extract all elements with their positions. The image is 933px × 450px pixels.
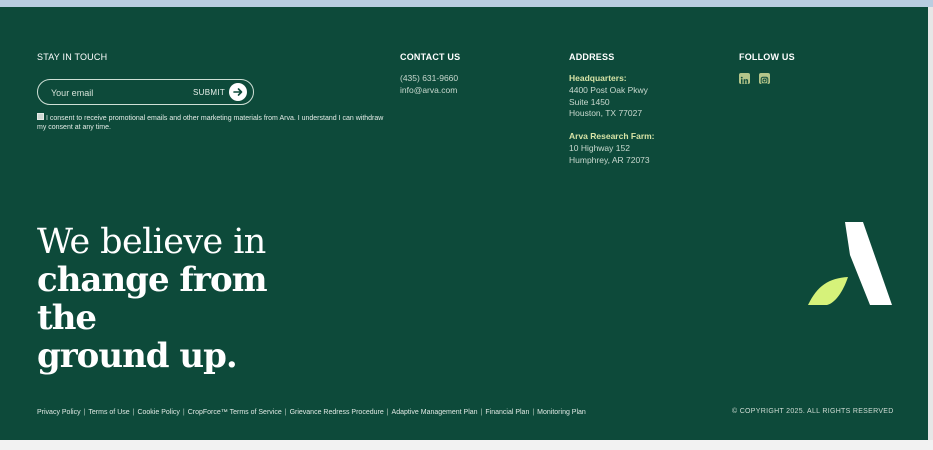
email-input[interactable] [51,86,181,99]
site-footer: STAY IN TOUCH SUBMIT I consent to receiv… [0,7,928,440]
hq-line2: Suite 1450 [569,96,610,107]
legal-links: Privacy Policy | Terms of Use | Cookie Polic… [37,409,586,416]
contact-details: (435) 631-9660 info@arva.com [400,73,458,97]
terms-of-use-link[interactable]: Terms of Use [88,409,129,416]
contact-heading: CONTACT US [400,52,461,62]
farm-label: Arva Research Farm: [569,131,655,142]
page-edge [928,7,933,440]
submit-button[interactable] [229,83,247,101]
privacy-policy-link[interactable]: Privacy Policy [37,409,81,416]
tagline: We believe in change from the ground up. [37,222,268,376]
adaptive-management-link[interactable]: Adaptive Management Plan [392,409,478,416]
newsletter-form: SUBMIT [37,79,254,105]
consent-text: I consent to receive promotional emails … [37,115,384,131]
browser-top-bar [0,0,933,7]
stay-in-touch-heading: STAY IN TOUCH [37,52,108,62]
linkedin-icon[interactable] [739,73,750,84]
tagline-line2: change from [37,260,268,300]
arrow-right-icon [233,88,243,96]
hq-line3: Houston, TX 77027 [569,108,643,119]
cropforce-terms-link[interactable]: CropForce™ Terms of Service [188,409,282,416]
grievance-redress-link[interactable]: Grievance Redress Procedure [290,409,384,416]
contact-phone[interactable]: (435) 631-9660 [400,73,458,85]
tagline-line1: We believe in [37,222,266,262]
follow-heading: FOLLOW US [739,52,795,62]
financial-plan-link[interactable]: Financial Plan [485,409,529,416]
tagline-line3: the [37,298,97,338]
submit-label[interactable]: SUBMIT [193,88,225,97]
consent-row: I consent to receive promotional emails … [37,113,387,132]
address-details: Headquarters: 4400 Post Oak Pkwy Suite 1… [569,73,655,167]
tagline-line4: ground up. [37,336,238,376]
farm-line2: Humphrey, AR 72073 [569,154,650,165]
hq-label: Headquarters: [569,73,627,83]
page-bottom [0,440,933,450]
hq-line1: 4400 Post Oak Pkwy [569,84,648,95]
arva-logo [808,222,892,305]
consent-checkbox[interactable] [37,113,44,120]
cookie-policy-link[interactable]: Cookie Policy [137,409,179,416]
monitoring-plan-link[interactable]: Monitoring Plan [537,409,586,416]
address-heading: ADDRESS [569,52,615,62]
contact-email[interactable]: info@arva.com [400,85,458,97]
instagram-icon[interactable] [759,73,770,85]
farm-line1: 10 Highway 152 [569,142,630,153]
copyright-text: © COPYRIGHT 2025. ALL RIGHTS RESERVED [732,408,894,415]
